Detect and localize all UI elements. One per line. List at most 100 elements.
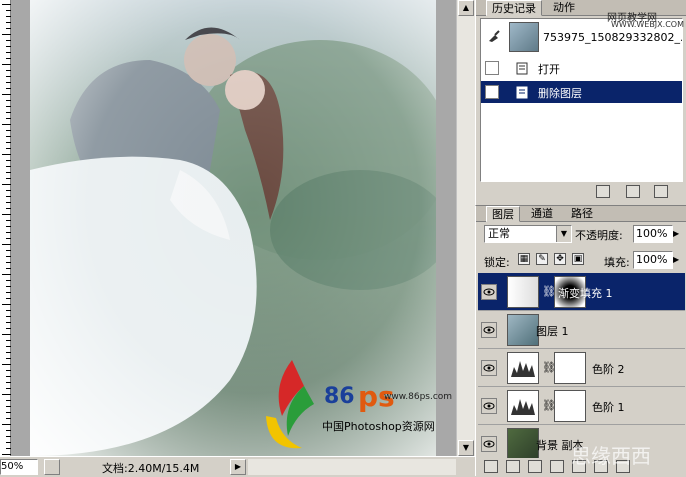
visibility-eye-icon[interactable]: [481, 284, 497, 300]
opacity-arrow-icon[interactable]: ▶: [673, 225, 684, 243]
86ps-logo: 86 ps www.86ps.com 中国Photoshop资源网: [262, 356, 472, 456]
link-layers-icon[interactable]: [484, 460, 498, 473]
ruler-tick: [2, 454, 11, 455]
history-state-icon: [516, 86, 528, 99]
layer-row-levels-2[interactable]: ⛓ 色阶 2: [478, 349, 685, 387]
ruler-tick: [6, 256, 11, 257]
fill-field[interactable]: 100%: [633, 251, 673, 269]
vertical-ruler[interactable]: [0, 0, 11, 456]
ruler-tick: [6, 196, 11, 197]
layers-tabbar: 图层 通道 路径: [476, 206, 686, 222]
ruler-tick: [6, 40, 11, 41]
layer-style-icon[interactable]: [506, 460, 520, 473]
trash-icon[interactable]: [654, 185, 668, 198]
ruler-tick: [2, 394, 11, 395]
camera-snapshot-icon[interactable]: [626, 185, 640, 198]
visibility-eye-icon[interactable]: [481, 360, 497, 376]
history-footer: [476, 182, 686, 204]
lock-transparency-icon[interactable]: ▦: [518, 253, 530, 265]
ruler-tick: [6, 10, 11, 11]
history-item-label: 打开: [538, 63, 560, 76]
ruler-tick: [2, 424, 11, 425]
ruler-tick: [6, 106, 11, 107]
ruler-tick: [6, 100, 11, 101]
ruler-tick: [6, 160, 11, 161]
ruler-tick: [6, 316, 11, 317]
ruler-tick: [2, 334, 11, 335]
zoom-field[interactable]: 50%: [0, 459, 38, 475]
ruler-tick: [6, 430, 11, 431]
logo-caption: 中国Photoshop资源网: [322, 420, 435, 433]
ruler-tick: [6, 442, 11, 443]
ruler-tick: [6, 412, 11, 413]
history-item-open[interactable]: 打开: [481, 57, 682, 79]
layer-mask-thumbnail: [554, 352, 586, 384]
ruler-tick: [6, 370, 11, 371]
snapshot-thumbnail: [509, 22, 539, 52]
watermark-url: WWW.WEBJX.COM: [611, 20, 684, 29]
ruler-tick: [6, 130, 11, 131]
adjustment-layer-icon[interactable]: [550, 460, 564, 473]
logo-number: 86: [324, 384, 355, 409]
tab-history[interactable]: 历史记录: [486, 0, 542, 16]
ruler-tick: [6, 46, 11, 47]
layer-thumbnail: [507, 314, 539, 346]
blend-mode-select[interactable]: 正常 ▼: [484, 225, 572, 243]
ruler-tick: [6, 436, 11, 437]
opacity-field[interactable]: 100%: [633, 225, 673, 243]
layers-panel: 图层 通道 路径 正常 ▼ 不透明度: 100% ▶ 锁定: ▦ ✎ ✥ ▣ 填…: [475, 205, 686, 477]
horizontal-scrollbar[interactable]: [248, 459, 456, 475]
ruler-tick: [6, 190, 11, 191]
fill-arrow-icon[interactable]: ▶: [673, 251, 684, 269]
history-checkbox[interactable]: [485, 61, 499, 75]
fill-label: 填充:: [604, 256, 630, 269]
visibility-eye-icon[interactable]: [481, 398, 497, 414]
ruler-tick: [6, 172, 11, 173]
visibility-eye-icon[interactable]: [481, 436, 497, 452]
ruler-tick: [6, 376, 11, 377]
document-window: ▲ ▼ 86 ps www.86ps.com 中国Photoshop资源网 50…: [0, 0, 475, 476]
visibility-eye-icon[interactable]: [481, 322, 497, 338]
chevron-down-icon[interactable]: ▼: [556, 226, 571, 242]
scroll-up-arrow-icon[interactable]: ▲: [458, 0, 474, 16]
status-bar: 50% 文档:2.40M/15.4M ▶: [0, 456, 475, 476]
tab-layers[interactable]: 图层: [486, 206, 520, 222]
ruler-tick: [6, 352, 11, 353]
tab-paths[interactable]: 路径: [566, 206, 598, 222]
layer-row-gradient-fill-1[interactable]: ⛓ 渐变填充 1: [478, 273, 685, 311]
watermark-bottom: 思缘西西: [571, 444, 651, 468]
ruler-tick: [6, 202, 11, 203]
ruler-tick: [6, 328, 11, 329]
ruler-tick: [2, 64, 11, 65]
ruler-tick: [6, 208, 11, 209]
layer-row-layer-1[interactable]: 图层 1: [478, 311, 685, 349]
history-item-delete-layer[interactable]: 删除图层: [481, 81, 682, 103]
ruler-tick: [6, 358, 11, 359]
add-mask-icon[interactable]: [528, 460, 542, 473]
history-state-icon: [516, 62, 528, 75]
lock-pixels-icon[interactable]: ✎: [536, 253, 548, 265]
ruler-tick: [6, 82, 11, 83]
ruler-tick: [6, 340, 11, 341]
ruler-tick: [6, 22, 11, 23]
history-checkbox[interactable]: [485, 85, 499, 99]
tab-actions[interactable]: 动作: [548, 0, 580, 16]
status-menu-button[interactable]: [44, 459, 60, 475]
lock-position-icon[interactable]: ✥: [554, 253, 566, 265]
ruler-tick: [6, 448, 11, 449]
ruler-tick: [6, 400, 11, 401]
tab-channels[interactable]: 通道: [526, 206, 558, 222]
history-brush-icon[interactable]: [487, 29, 501, 43]
ruler-tick: [2, 124, 11, 125]
ruler-tick: [6, 76, 11, 77]
layer-row-levels-1[interactable]: ⛓ 色阶 1: [478, 387, 685, 425]
ruler-tick: [6, 286, 11, 287]
status-arrow-icon[interactable]: ▶: [230, 459, 246, 475]
lock-all-icon[interactable]: ▣: [572, 253, 584, 265]
lock-label: 锁定:: [484, 256, 510, 269]
levels-histogram-icon: [507, 352, 539, 384]
ruler-tick: [6, 292, 11, 293]
ruler-tick: [6, 232, 11, 233]
ruler-tick: [6, 220, 11, 221]
new-document-from-state-icon[interactable]: [596, 185, 610, 198]
